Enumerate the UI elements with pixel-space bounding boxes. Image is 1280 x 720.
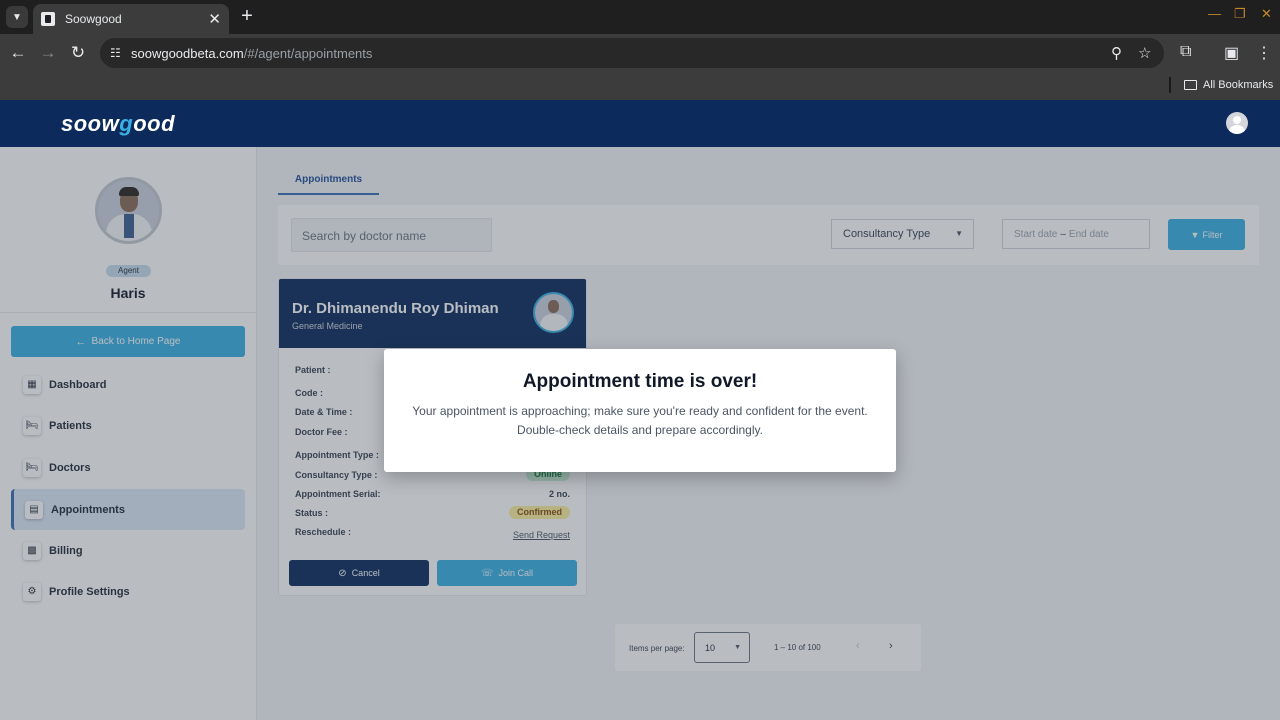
browser-toolbar: ← → ↻ ☷ soowgoodbeta.com/#/agent/appoint… — [0, 34, 1280, 72]
forward-arrow-icon[interactable]: → — [38, 43, 58, 63]
browser-tab-strip: ▼ Soowgood ✕ + — ❐ ✕ — [0, 0, 1280, 34]
tab-search-chevron-icon[interactable]: ▼ — [6, 6, 28, 28]
close-window-icon[interactable]: ✕ — [1261, 6, 1272, 22]
tab-title: Soowgood — [65, 12, 122, 26]
site-info-icon[interactable]: ☷ — [110, 46, 124, 60]
appointment-over-dialog: Appointment time is over! Your appointme… — [384, 349, 896, 472]
folder-icon[interactable] — [1184, 80, 1197, 90]
user-avatar-icon[interactable] — [1226, 112, 1248, 134]
minimize-icon[interactable]: — — [1208, 6, 1221, 21]
new-tab-button[interactable]: + — [236, 5, 258, 28]
url-text[interactable]: soowgoodbeta.com/#/agent/appointments — [131, 46, 372, 61]
app-header: soowgood — [0, 100, 1280, 147]
extensions-icon[interactable]: ⧉ — [1180, 43, 1191, 61]
address-bar[interactable]: ☷ soowgoodbeta.com/#/agent/appointments … — [100, 38, 1164, 68]
all-bookmarks-link[interactable]: All Bookmarks — [1203, 79, 1273, 91]
soowgood-logo[interactable]: soowgood — [61, 111, 175, 137]
tab-close-icon[interactable]: ✕ — [208, 10, 221, 28]
zoom-icon[interactable]: ⚲ — [1111, 44, 1122, 62]
back-arrow-icon[interactable]: ← — [8, 43, 28, 63]
restore-icon[interactable]: ❐ — [1234, 6, 1246, 22]
bookmark-star-icon[interactable]: ☆ — [1138, 44, 1151, 62]
reload-icon[interactable]: ↻ — [68, 43, 88, 63]
side-panel-icon[interactable]: ▣ — [1224, 43, 1239, 63]
dialog-message: Your appointment is approaching; make su… — [412, 404, 868, 437]
bookmarks-bar: All Bookmarks — [0, 72, 1280, 100]
browser-tab[interactable]: Soowgood ✕ — [33, 4, 229, 34]
bookmarks-separator — [1169, 77, 1171, 93]
chrome-menu-icon[interactable]: ⋮ — [1256, 43, 1272, 63]
dialog-title: Appointment time is over! — [522, 371, 758, 392]
site-favicon-icon — [41, 12, 55, 26]
